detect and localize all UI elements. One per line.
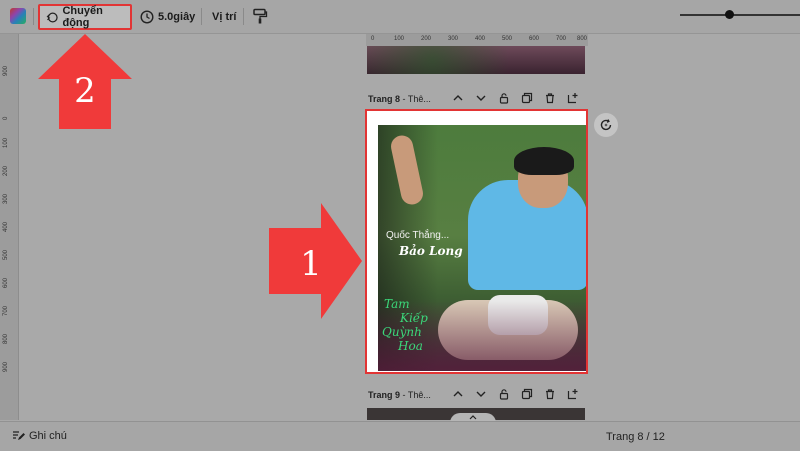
ruler-label: 800 [3, 333, 9, 344]
page-9-actions [452, 388, 579, 400]
ruler-label: 400 [3, 221, 9, 232]
ruler-label: 700 [3, 305, 9, 316]
chevron-up-icon[interactable] [452, 388, 464, 400]
chevron-down-icon[interactable] [475, 92, 487, 104]
page-9-title-placeholder: - Thê... [400, 390, 431, 400]
chevron-up-icon[interactable] [452, 92, 464, 104]
horizontal-ruler: 0 100 200 300 400 500 600 700 800 [366, 34, 588, 46]
ruler-label: 600 [529, 36, 540, 42]
ruler-label: 600 [3, 277, 9, 288]
ruler-label: 400 [475, 36, 486, 42]
animate-button[interactable]: Chuyển động [38, 4, 132, 30]
page-8-actions [452, 92, 579, 104]
top-toolbar: Chuyển động 5.0giây Vị trí [0, 0, 800, 34]
toolbar-divider [33, 8, 34, 25]
photo-hair [514, 147, 574, 175]
chevron-down-icon[interactable] [475, 388, 487, 400]
lock-icon[interactable] [498, 92, 510, 104]
color-picker-icon[interactable] [10, 8, 26, 24]
page-8-header: Trang 8 - Thê... [368, 90, 590, 108]
vertical-ruler: 900 0 100 200 300 400 500 600 700 800 90… [0, 34, 19, 420]
page-8-title[interactable]: Trang 8 - Thê... [368, 94, 431, 104]
ruler-label: 500 [502, 36, 513, 42]
design-text-kiep[interactable]: Kiếp [400, 311, 428, 325]
design-text-name[interactable]: Bảo Long [399, 244, 463, 258]
notes-label: Ghi chú [29, 429, 67, 442]
design-text-subtitle[interactable]: Quốc Thắng... [386, 230, 449, 241]
ruler-label: 0 [371, 36, 375, 42]
page-8-title-placeholder: - Thê... [400, 94, 431, 104]
page-9-number: Trang 9 [368, 390, 401, 400]
add-page-icon[interactable] [567, 92, 579, 104]
ruler-label: 300 [448, 36, 459, 42]
page-8-design[interactable]: Quốc Thắng... Bảo Long Tam Kiếp Quỳnh Ho… [378, 125, 586, 371]
arrow-2-annotation: 2 [38, 34, 132, 129]
duration-label: 5.0giây [158, 10, 196, 23]
trash-icon[interactable] [544, 388, 556, 400]
ruler-label: 200 [3, 165, 9, 176]
ruler-label: 500 [3, 249, 9, 260]
paint-roller-icon[interactable] [252, 8, 268, 24]
bottom-bar: Ghi chú Trang 8 / 12 [0, 421, 800, 451]
ruler-label: 100 [3, 137, 9, 148]
arrow-2-number: 2 [74, 71, 96, 111]
animate-button-label: Chuyển động [62, 5, 103, 29]
ruler-label: 100 [394, 36, 405, 42]
zoom-slider-thumb[interactable] [725, 10, 734, 19]
toolbar-divider [201, 8, 202, 25]
ruler-label: 800 [577, 36, 588, 42]
add-page-icon[interactable] [567, 388, 579, 400]
lock-icon[interactable] [498, 388, 510, 400]
duration-button[interactable]: 5.0giây [140, 0, 195, 33]
position-label: Vị trí [212, 10, 237, 23]
animation-icon [46, 12, 58, 22]
chevron-up-icon [469, 415, 477, 420]
ruler-label: 700 [556, 36, 567, 42]
refresh-sparkle-icon [600, 119, 612, 131]
design-text-hoa[interactable]: Hoa [398, 339, 423, 353]
position-button[interactable]: Vị trí [212, 0, 236, 33]
page-indicator[interactable]: Trang 8 / 12 [606, 431, 665, 443]
arrow-1-annotation: 1 [269, 203, 362, 319]
zoom-slider-track[interactable] [680, 14, 800, 16]
ruler-label: 300 [3, 193, 9, 204]
toolbar-divider [243, 8, 244, 25]
ruler-label: 200 [421, 36, 432, 42]
duplicate-icon[interactable] [521, 92, 533, 104]
page-9-title[interactable]: Trang 9 - Thê... [368, 390, 431, 400]
arrow-1-number: 1 [300, 244, 322, 284]
page-8-number: Trang 8 [368, 94, 401, 104]
design-text-tam[interactable]: Tam [384, 297, 410, 311]
page-7-thumbnail[interactable] [367, 46, 585, 74]
ruler-label: 900 [3, 65, 9, 76]
ruler-label: 900 [3, 361, 9, 372]
ruler-label: 0 [3, 116, 9, 120]
regenerate-button[interactable] [594, 113, 618, 137]
design-text-quynh[interactable]: Quỳnh [382, 325, 422, 339]
notes-icon [13, 431, 25, 440]
page-9-header: Trang 9 - Thê... [368, 386, 590, 404]
trash-icon[interactable] [544, 92, 556, 104]
notes-button[interactable]: Ghi chú [12, 429, 67, 442]
duplicate-icon[interactable] [521, 388, 533, 400]
clock-icon [140, 9, 154, 24]
